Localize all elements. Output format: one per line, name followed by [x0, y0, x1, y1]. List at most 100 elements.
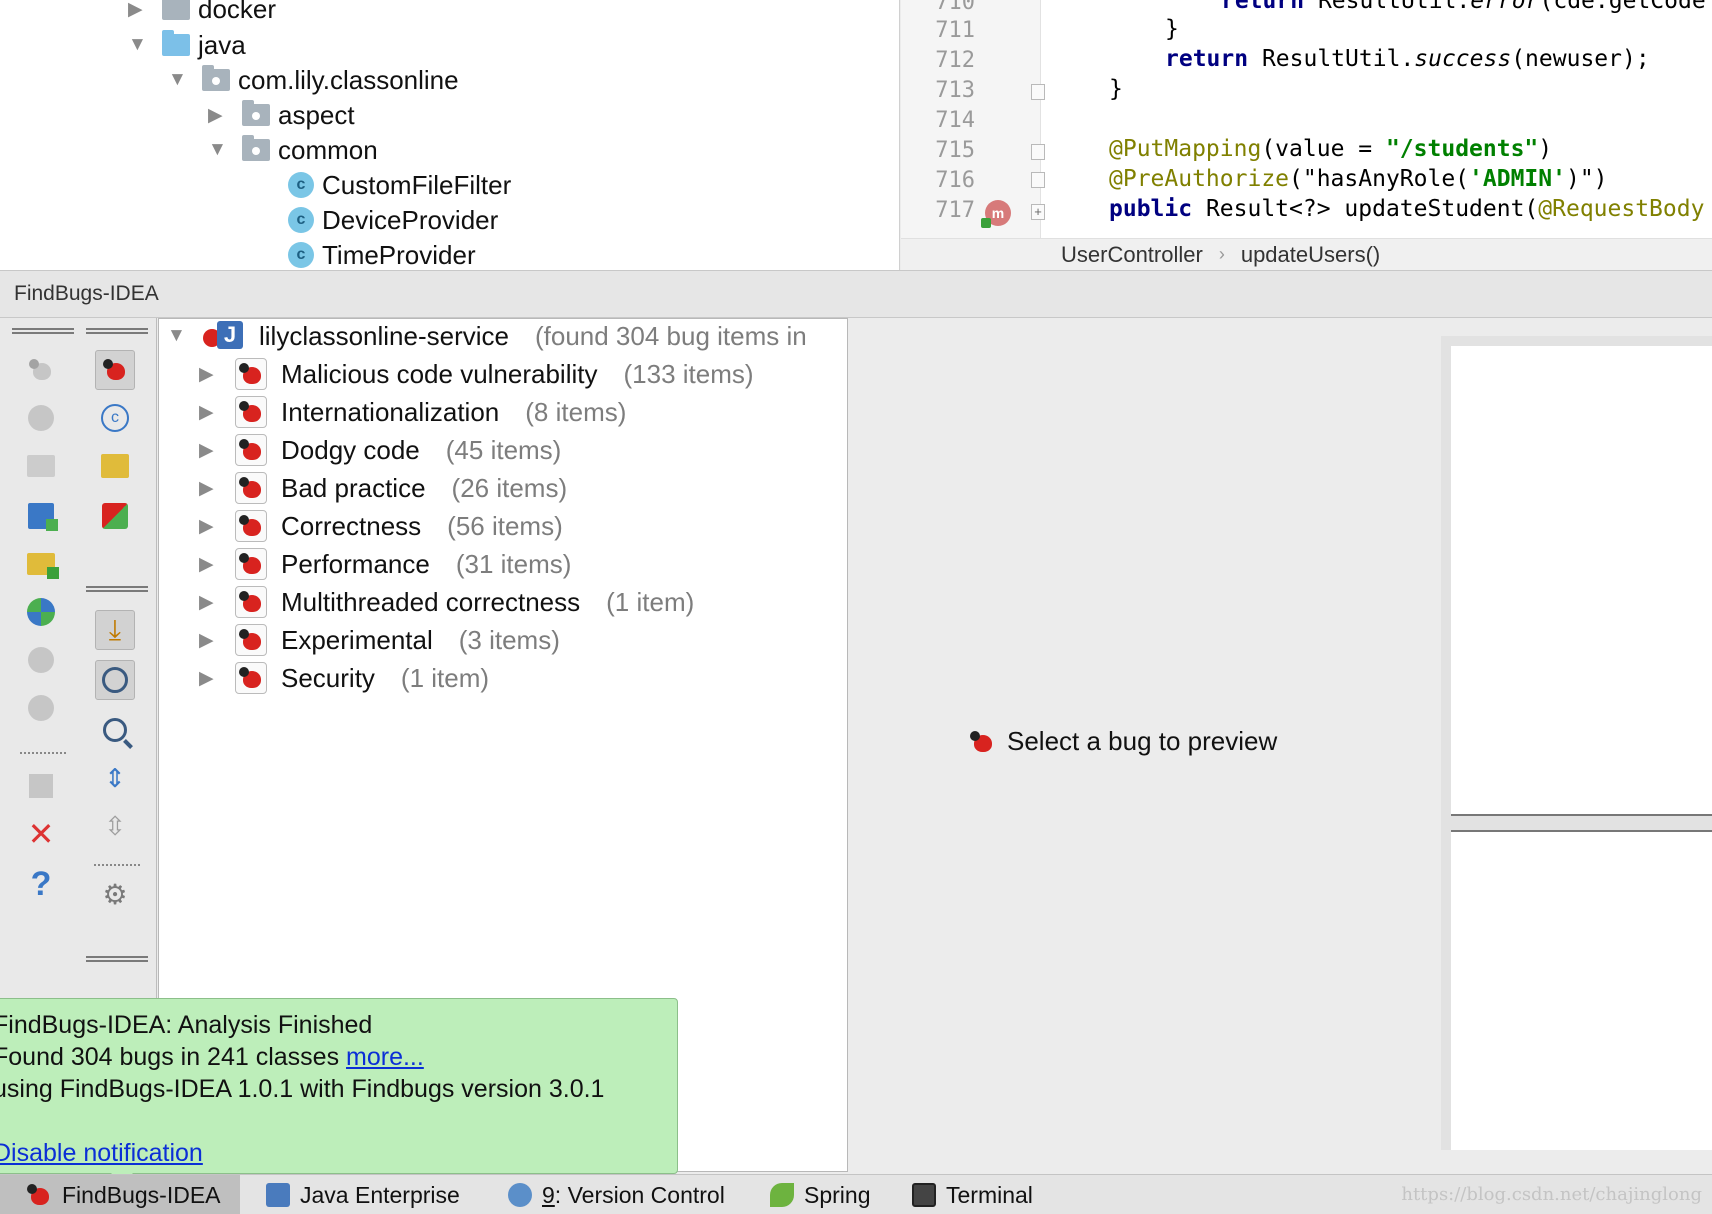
expand-marker-icon[interactable]: + — [1031, 204, 1045, 220]
breadcrumb-item-method[interactable]: updateUsers() — [1241, 242, 1380, 268]
fold-marker-icon[interactable] — [1031, 144, 1045, 160]
bug-category-icon — [235, 624, 267, 656]
help-icon[interactable]: ? — [21, 864, 61, 904]
package-icon — [242, 135, 270, 161]
notification-disable: Disable notification — [0, 1139, 203, 1168]
tree-category[interactable]: ▶ Internationalization (8 items) — [199, 393, 626, 431]
expanded-arrow-icon[interactable]: ▼ — [167, 325, 203, 347]
tree-root-module[interactable]: ▼ J lilyclassonline-service (found 304 b… — [167, 317, 807, 355]
category-count: (8 items) — [525, 396, 627, 427]
collapsed-arrow-icon[interactable]: ▶ — [199, 667, 235, 690]
category-name: Multithreaded correctness — [281, 586, 581, 617]
bug-icon — [969, 729, 995, 755]
group-by-class-icon[interactable]: c — [95, 398, 135, 438]
stop-icon[interactable] — [21, 766, 61, 806]
tab-label: Spring — [804, 1181, 871, 1208]
tree-category[interactable]: ▶ Performance (31 items) — [199, 545, 571, 583]
details-lower-area[interactable] — [1451, 830, 1712, 1150]
tree-item-label: java — [198, 29, 246, 60]
tree-category[interactable]: ▶ Malicious code vulnerability (133 item… — [199, 355, 754, 393]
search-icon[interactable] — [95, 710, 135, 750]
line-number: 712 — [935, 48, 975, 73]
tree-category[interactable]: ▶ Correctness (56 items) — [199, 507, 563, 545]
tree-item-label: TimeProvider — [322, 239, 476, 270]
collapsed-arrow-icon[interactable]: ▶ — [199, 629, 235, 652]
code-editor[interactable]: 710 711 712 713 714 715 716 717 + m retu… — [901, 0, 1712, 270]
tree-item-aspect[interactable]: ▶ aspect — [208, 96, 355, 134]
tree-item-timeprovider[interactable]: c TimeProvider — [288, 236, 476, 270]
method-override-icon[interactable]: m — [981, 200, 1011, 228]
tree-category[interactable]: ▶ Bad practice (26 items) — [199, 469, 567, 507]
collapsed-arrow-icon[interactable]: ▶ — [199, 401, 235, 424]
settings-wrench-icon[interactable]: ⚙ — [95, 874, 135, 914]
code-line-716: @PreAuthorize("hasAnyRole('ADMIN')") — [1109, 166, 1608, 192]
collapsed-arrow-icon[interactable]: ▶ — [199, 515, 235, 538]
tab-terminal[interactable]: Terminal — [912, 1175, 1033, 1214]
toolbar-separator — [20, 752, 66, 754]
group-by-category-icon[interactable] — [95, 350, 135, 390]
analyze-module-files-icon[interactable] — [21, 640, 61, 680]
expanded-arrow-icon[interactable]: ▼ — [208, 139, 242, 161]
autoscroll-to-source-icon[interactable] — [95, 660, 135, 700]
tree-category[interactable]: ▶ Experimental (3 items) — [199, 621, 560, 659]
tab-version-control[interactable]: 9 : Version Control — [508, 1175, 725, 1214]
collapsed-arrow-icon[interactable]: ▶ — [199, 591, 235, 614]
export-icon[interactable]: ⤓ — [95, 610, 135, 650]
category-name: Correctness — [281, 510, 422, 541]
code-line-715: @PutMapping(value = "/students") — [1109, 136, 1553, 162]
analyze-selected-icon[interactable] — [21, 688, 61, 728]
collapse-all-icon[interactable]: ⇳ — [95, 806, 135, 846]
tree-item-label: common — [278, 134, 378, 165]
tab-java-enterprise[interactable]: Java Enterprise — [266, 1175, 460, 1214]
toolbar-grip — [12, 328, 74, 334]
collapsed-arrow-icon[interactable]: ▶ — [199, 553, 235, 576]
line-number: 717 — [935, 198, 975, 223]
category-name: Experimental — [281, 624, 433, 655]
analyze-package-icon[interactable] — [21, 446, 61, 486]
code-line-710: return ResultUtil.error(cde.getCode — [1221, 0, 1706, 14]
analyze-project-icon[interactable] — [21, 592, 61, 632]
analyze-scope-icon[interactable] — [21, 496, 61, 536]
category-count: (1 item) — [400, 662, 490, 693]
project-tree: ▶ docker ▼ java ▼ com.lily.classonline ▶… — [0, 0, 900, 270]
expand-all-icon[interactable]: ⇕ — [95, 758, 135, 798]
collapsed-arrow-icon[interactable]: ▶ — [199, 439, 235, 462]
expanded-arrow-icon[interactable]: ▼ — [128, 34, 162, 56]
tree-item-docker[interactable]: ▶ docker — [128, 0, 276, 28]
fold-marker-icon[interactable] — [1031, 172, 1045, 188]
toolbar-separator — [94, 864, 140, 866]
close-icon[interactable]: ✕ — [21, 814, 61, 854]
tree-category[interactable]: ▶ Security (1 item) — [199, 659, 489, 697]
expanded-arrow-icon[interactable]: ▼ — [168, 69, 202, 91]
tree-item-common[interactable]: ▼ common — [208, 131, 378, 169]
tree-item-java[interactable]: ▼ java — [128, 26, 246, 64]
code-line-711: } — [1165, 16, 1179, 42]
tree-item-deviceprovider[interactable]: c DeviceProvider — [288, 201, 498, 239]
fold-marker-icon[interactable] — [1031, 84, 1045, 100]
more-link[interactable]: more... — [346, 1043, 424, 1071]
analyze-module-icon[interactable] — [21, 350, 61, 390]
tree-item-package-root[interactable]: ▼ com.lily.classonline — [168, 61, 459, 99]
details-upper-area[interactable] — [1451, 346, 1712, 816]
analyze-changed-files-icon[interactable] — [21, 544, 61, 584]
group-by-package-icon[interactable] — [95, 446, 135, 486]
group-by-priority-icon[interactable] — [95, 496, 135, 536]
tree-item-customfilefilter[interactable]: c CustomFileFilter — [288, 166, 511, 204]
tab-spring[interactable]: Spring — [770, 1175, 870, 1214]
tree-category[interactable]: ▶ Dodgy code (45 items) — [199, 431, 561, 469]
collapsed-arrow-icon[interactable]: ▶ — [208, 104, 242, 127]
category-count: (3 items) — [458, 624, 560, 655]
disable-notification-link[interactable]: Disable notification — [0, 1139, 203, 1167]
tree-item-label: CustomFileFilter — [322, 169, 512, 200]
collapsed-arrow-icon[interactable]: ▶ — [199, 363, 235, 386]
tree-category[interactable]: ▶ Multithreaded correctness (1 item) — [199, 583, 694, 621]
line-number: 711 — [935, 18, 975, 43]
preview-message: Select a bug to preview — [1007, 726, 1278, 756]
tree-item-label: com.lily.classonline — [238, 64, 459, 95]
collapsed-arrow-icon[interactable]: ▶ — [128, 0, 162, 21]
collapsed-arrow-icon[interactable]: ▶ — [199, 477, 235, 500]
line-number: 713 — [935, 78, 975, 103]
analyze-file-icon[interactable] — [21, 398, 61, 438]
tab-findbugs[interactable]: FindBugs-IDEA — [0, 1175, 240, 1214]
breadcrumb-item-class[interactable]: UserController — [1061, 242, 1203, 268]
